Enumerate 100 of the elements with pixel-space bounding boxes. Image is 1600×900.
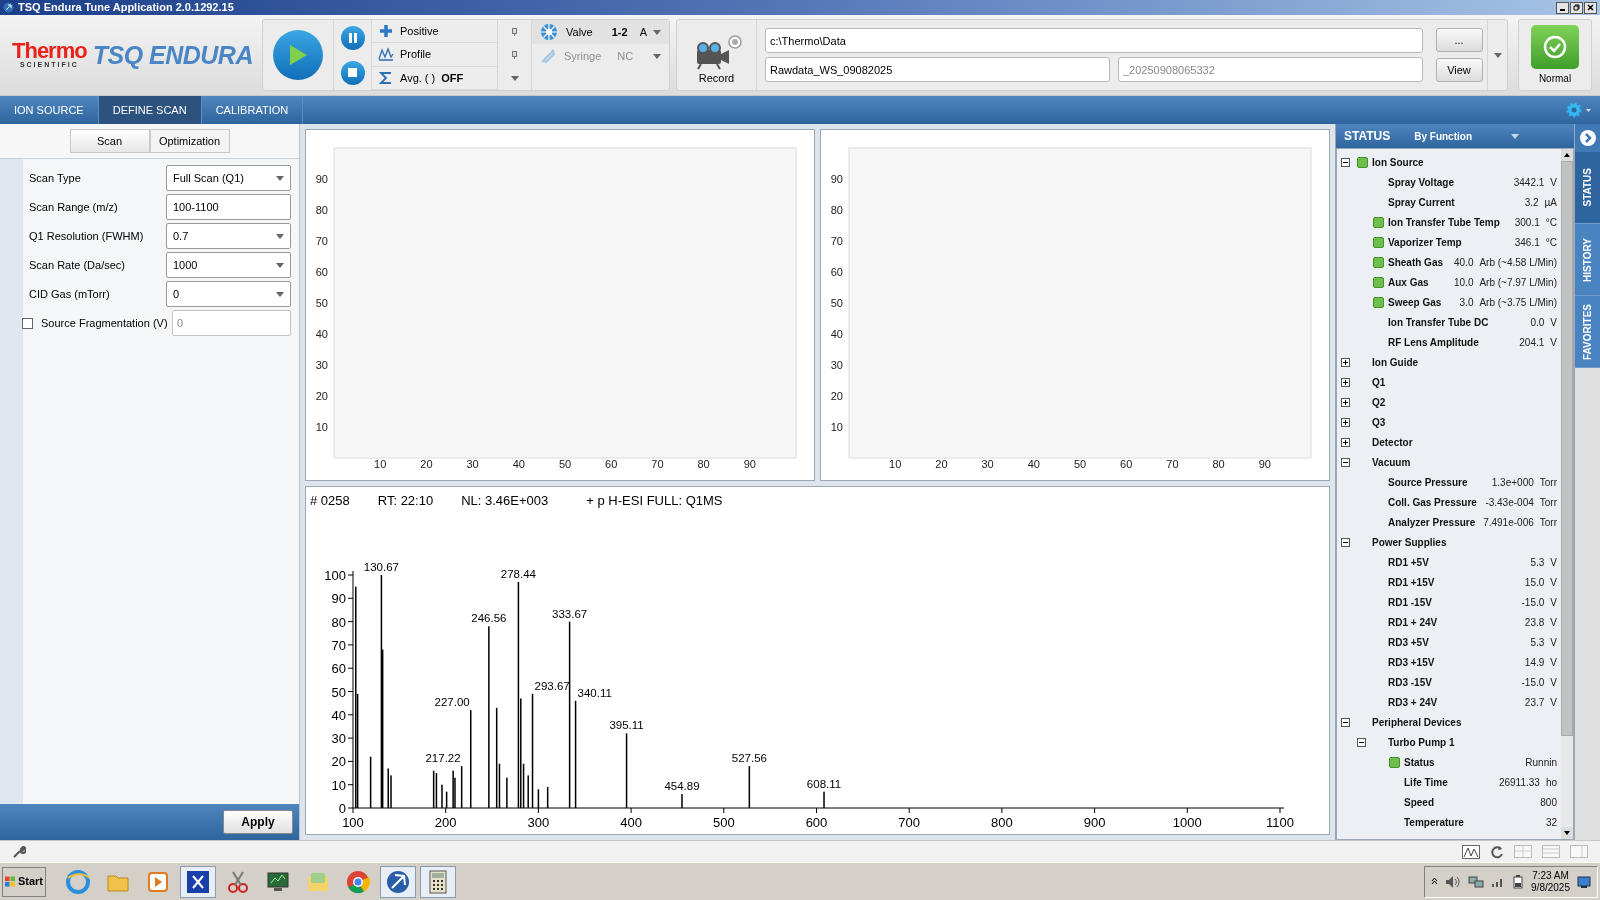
status-value: 3.2 [1524,195,1539,210]
side-tab[interactable]: FAVORITES [1575,296,1600,368]
view-dropdown[interactable]: By Function [1414,128,1520,144]
status-unit: °C [1545,235,1557,250]
axis-tick-label: 700 [898,814,921,830]
axis-tick-label: 100 [342,814,364,830]
browse-button[interactable]: ... [1435,28,1483,52]
status-unit: V [1550,695,1557,710]
axis-tick-label: 50 [315,297,328,309]
peak-label: 130.67 [363,560,399,573]
start-menu-button[interactable]: Start [2,866,46,897]
peak-label: 333.67 [552,607,588,620]
clock-time: 7:23 AM [1532,869,1569,882]
status-unit: V [1550,315,1557,330]
retention-time: RT: 22:10 [377,492,434,510]
axis-tick-label: 20 [420,458,433,470]
axis-tick-label: 40 [830,328,843,340]
valve-position: A [639,24,647,40]
status-value: 5.3 [1530,635,1545,650]
status-label: Power Supplies [1372,535,1447,550]
status-label: Ion Guide [1372,355,1419,370]
peak-label: 527.56 [731,751,767,764]
record-button[interactable]: Record [677,20,757,90]
file-name-field[interactable]: Rawdata_WS_09082025 [765,57,1110,82]
status-label: Coll. Gas Pressure [1388,495,1477,510]
dropdown[interactable]: Full Scan (Q1) [166,165,291,191]
status-label: Analyzer Pressure [1388,515,1476,530]
side-tab[interactable]: STATUS [1575,152,1600,224]
status-value: 3.0 [1459,295,1474,310]
status-label: Q2 [1372,395,1386,410]
axis-tick-label: 30 [331,730,346,746]
axis-tick-label: 0 [338,800,346,816]
status-value: 800 [1540,795,1557,810]
axis-tick-label: 90 [331,590,346,606]
file-suffix-field[interactable]: _20250908065332 [1118,57,1423,82]
axis-tick-label: 70 [830,235,843,247]
status-label: Aux Gas [1388,275,1429,290]
apply-button[interactable]: Apply [223,810,293,834]
status-label: Ion Source [1372,155,1424,170]
input-field[interactable]: 100-1100 [166,194,291,220]
axis-tick-label: 60 [830,266,843,278]
axis-tick-label: 60 [605,458,618,470]
status-value: 10.0 [1454,275,1474,290]
axis-tick-label: 200 [434,814,457,830]
status-unit: µA [1544,195,1557,210]
peak-label: 608.11 [806,777,842,790]
axis-tick-label: 80 [315,204,328,216]
sub-tab[interactable]: Optimization [149,129,230,153]
status-label: RD3 +5V [1388,635,1429,650]
instrument-status-label: Normal [1538,71,1572,86]
status-unit: V [1550,595,1557,610]
field-label: Scan Range (m/z) [29,199,119,215]
dropdown[interactable]: 0.7 [166,223,291,249]
tab[interactable]: DEFINE SCAN [98,96,202,124]
view-button[interactable]: View [1435,58,1483,82]
axis-tick-label: 600 [805,814,828,830]
peak-label: 227.00 [434,695,470,708]
sub-tab[interactable]: Scan [69,129,150,153]
axis-tick-label: 20 [935,458,948,470]
status-value: 14.9 [1524,655,1545,670]
status-label: Ion Transfer Tube DC [1388,315,1489,330]
axis-tick-label: 40 [315,328,328,340]
status-unit: V [1550,655,1557,670]
status-label: Vaporizer Temp [1388,235,1462,250]
axis-tick-label: 80 [697,458,710,470]
axis-tick-label: 90 [743,458,756,470]
status-label: Turbo Pump 1 [1388,735,1455,750]
axis-tick-label: 500 [712,814,735,830]
window-title: TSQ Endura Tune Application 2.0.1292.15 [18,0,234,16]
axis-tick-label: 60 [331,660,346,676]
status-unit: Torr [1539,475,1557,490]
status-unit: V [1550,575,1557,590]
axis-tick-label: 60 [1120,458,1133,470]
axis-tick-label: 30 [315,359,328,371]
axis-tick-label: 40 [512,458,525,470]
axis-tick-label: 10 [889,458,902,470]
status-unit: Torr [1539,495,1557,510]
status-value: 5.3 [1530,555,1545,570]
status-unit: V [1550,675,1557,690]
dropdown[interactable]: 0 [166,281,291,307]
status-label: Ion Transfer Tube Temp [1388,215,1500,230]
scan-filter: + p H-ESI FULL: Q1MS [586,492,723,510]
data-path-field[interactable]: c:\Thermo\Data [765,28,1423,53]
axis-tick-label: 70 [651,458,664,470]
status-value: 1.3e+000 [1491,475,1534,490]
axis-tick-label: 60 [315,266,328,278]
input-field[interactable]: 0 [172,310,291,336]
axis-tick-label: 30 [830,359,843,371]
axis-tick-label: 20 [331,753,346,769]
status-label: Peripheral Devices [1372,715,1462,730]
side-tab[interactable]: HISTORY [1575,224,1600,296]
valve-selector[interactable]: Valve 1-2 A [532,20,669,44]
mode-value: OFF [441,70,464,86]
dropdown[interactable]: 1000 [166,252,291,278]
normalization-level: NL: 3.46E+003 [461,492,549,510]
axis-tick-label: 50 [558,458,572,470]
axis-tick-label: 30 [981,458,994,470]
panel-title: STATUS [1344,128,1391,145]
valve-value: 1-2 [611,24,628,40]
status-label: RD3 +15V [1388,655,1435,670]
